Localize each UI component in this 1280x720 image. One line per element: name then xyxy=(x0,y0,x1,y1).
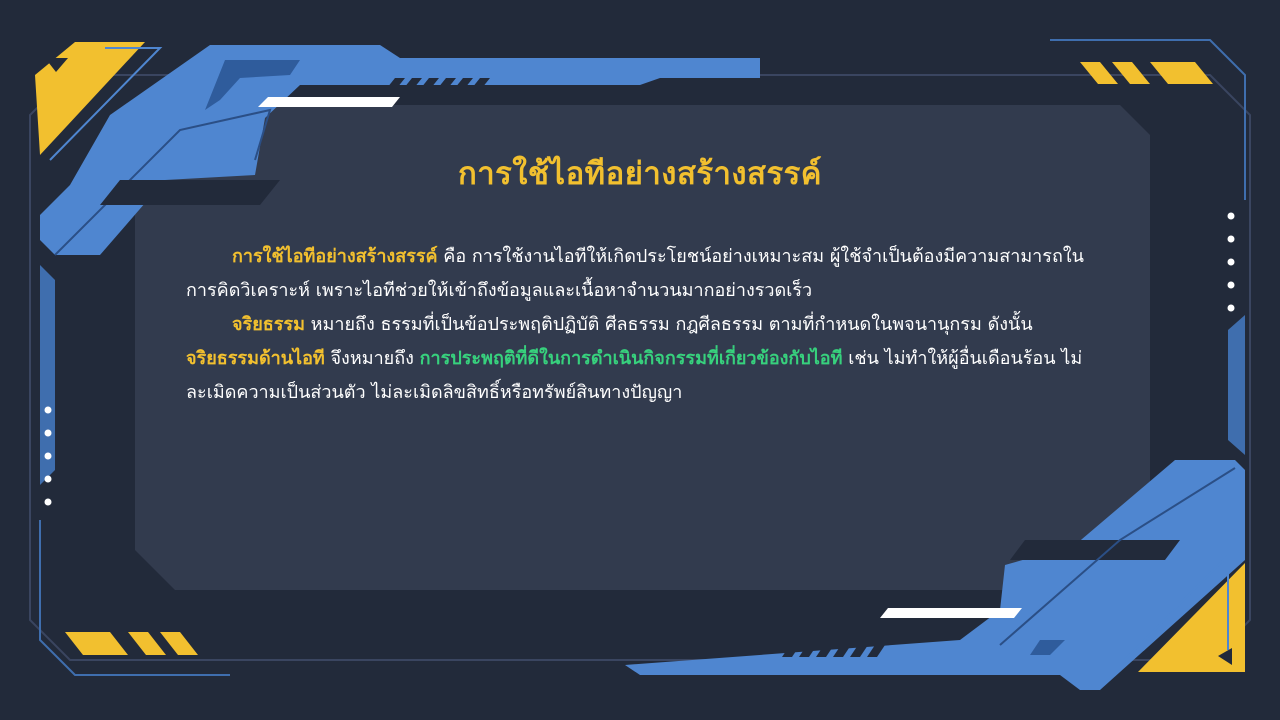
top-left-white-bar xyxy=(258,97,400,107)
slide-title: การใช้ไอทีอย่างสร้างสรรค์ xyxy=(457,156,823,192)
ethics-text-2: จึงหมายถึง xyxy=(324,348,420,369)
bottom-left-yellow-stripes xyxy=(65,632,198,655)
left-side-bar xyxy=(40,265,55,485)
ethics-text-1: หมายถึง ธรรมที่เป็นข้อประพฤติปฏิบัติ ศีล… xyxy=(304,314,1033,335)
term-creative-it: การใช้ไอทีอย่างสร้างสรรค์ xyxy=(232,246,438,267)
bottom-right-white-bar xyxy=(880,608,1022,618)
term-good-conduct: การประพฤติที่ดีในการดำเนินกิจกรรมที่เกี่… xyxy=(419,348,843,369)
term-ethics: จริยธรรม xyxy=(232,314,305,335)
bottom-right-dark-stripe xyxy=(1010,540,1180,560)
right-dots xyxy=(1227,212,1235,312)
top-right-yellow-stripes xyxy=(1080,62,1213,84)
term-it-ethics: จริยธรรมด้านไอที xyxy=(186,348,325,369)
slide-body: การใช้ไอทีอย่างสร้างสรรค์ คือ การใช้งานไ… xyxy=(186,240,1096,410)
slide: การใช้ไอทีอย่างสร้างสรรค์ การใช้ไอทีอย่า… xyxy=(0,0,1280,720)
right-side-bar xyxy=(1228,315,1245,455)
paragraph-definition: การใช้ไอทีอย่างสร้างสรรค์ คือ การใช้งานไ… xyxy=(186,240,1096,308)
paragraph-ethics: จริยธรรม หมายถึง ธรรมที่เป็นข้อประพฤติปฏ… xyxy=(186,308,1096,410)
